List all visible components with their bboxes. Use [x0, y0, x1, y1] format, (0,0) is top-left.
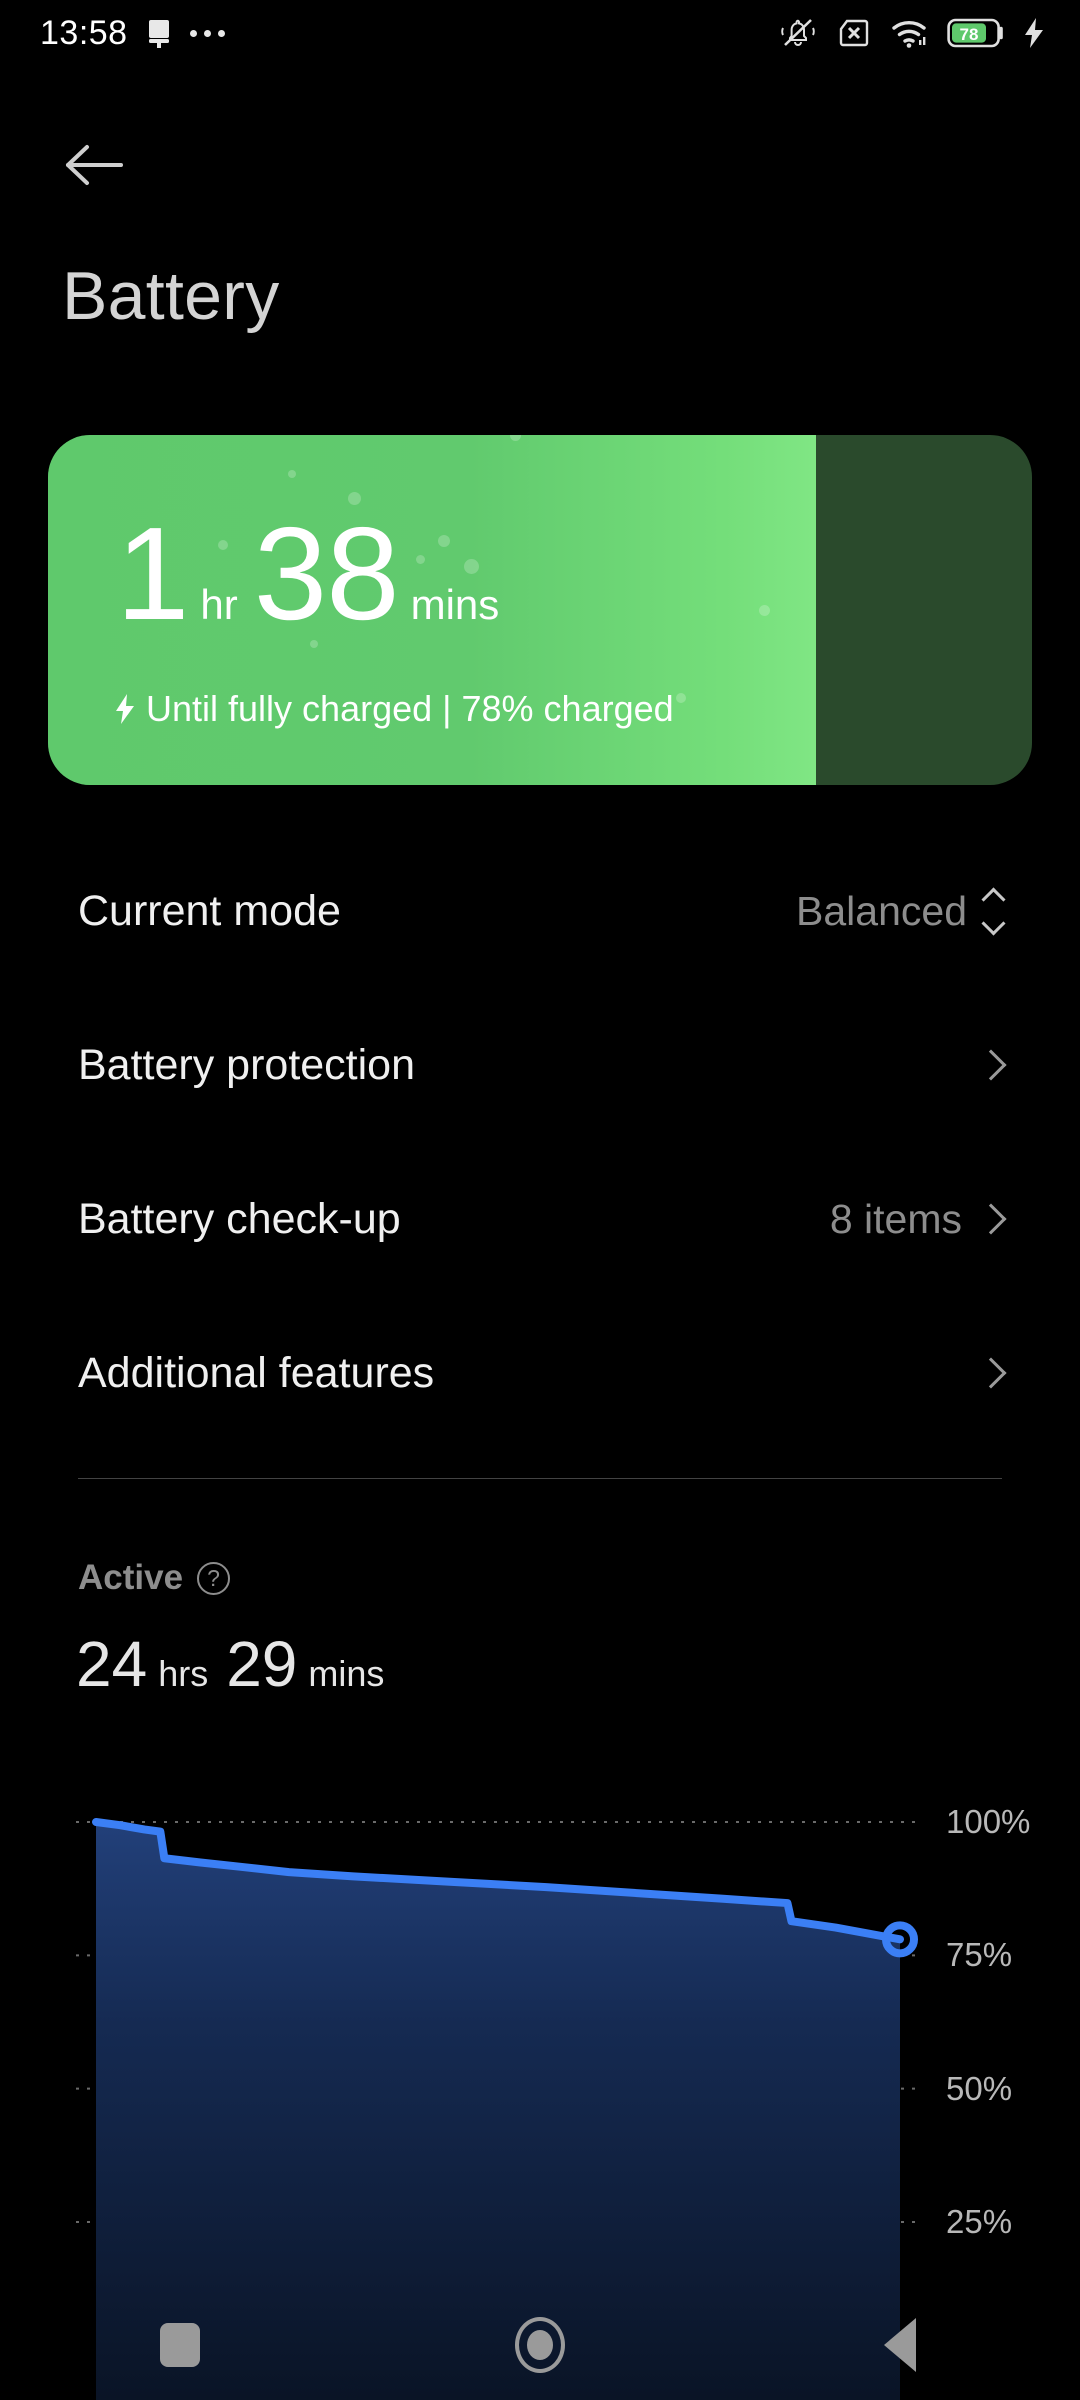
chevron-updown-icon[interactable]: [981, 886, 1006, 936]
page-title: Battery: [62, 258, 280, 334]
notification-icon: [148, 20, 169, 48]
status-bar-clock: 13:58: [40, 13, 128, 52]
decorative-bubble: [288, 470, 296, 478]
battery-icon: 78: [947, 18, 1003, 48]
battery-check-up-value: 8 items: [829, 1195, 962, 1242]
active-label: Active: [78, 1558, 184, 1597]
settings-row-accessory: 8 items: [829, 1195, 1007, 1243]
settings-row-accessory: Balanced: [796, 886, 1006, 936]
more-dots-icon: [189, 29, 225, 37]
back-arrow-icon: [66, 145, 123, 185]
y-tick-label-50: 50%: [946, 2069, 1013, 2107]
battery-settings-screen: 13:58 78 Battery 1 hr 38 mins Until full…: [0, 0, 1080, 2400]
chevron-right-icon: [975, 1357, 1007, 1389]
settings-row-accessory: [962, 1357, 1007, 1389]
charging-bolt-icon: [1025, 18, 1043, 48]
status-bar-right: 78: [778, 15, 1046, 51]
settings-row-label: Battery check-up: [78, 1194, 401, 1243]
settings-row-battery-protection[interactable]: Battery protection: [0, 988, 1080, 1142]
chevron-right-icon: [975, 1203, 1007, 1235]
charge-minutes-unit: mins: [410, 581, 500, 628]
section-divider: [78, 1478, 1002, 1479]
svg-text:78: 78: [960, 25, 979, 44]
nav-recents-button[interactable]: [120, 2310, 240, 2380]
square-recents-icon: [160, 2323, 200, 2367]
settings-list: Current mode Balanced Battery protection…: [0, 834, 1080, 1450]
settings-row-additional-features[interactable]: Additional features: [0, 1296, 1080, 1450]
decorative-bubble: [510, 435, 521, 441]
battery-status-card[interactable]: 1 hr 38 mins Until fully charged | 78% c…: [48, 435, 1032, 785]
nav-back-button[interactable]: [840, 2310, 960, 2380]
y-tick-label-100: 100%: [946, 1803, 1031, 1840]
active-section-header: Active ?: [78, 1558, 231, 1598]
sim-card-x-icon: [839, 19, 869, 47]
chevron-right-icon: [975, 1049, 1007, 1081]
charge-status-row: Until fully charged | 78% charged: [114, 688, 674, 730]
active-hours-unit: hrs: [158, 1653, 209, 1694]
y-tick-label-25: 25%: [946, 2203, 1013, 2240]
settings-row-label: Battery protection: [78, 1040, 416, 1089]
wifi-icon: [892, 21, 926, 48]
active-duration: 24 hrs 29 mins: [76, 1632, 402, 1696]
charge-hours-value: 1: [116, 500, 189, 647]
charge-minutes-value: 38: [253, 500, 400, 647]
decorative-bubble: [676, 693, 686, 703]
active-minutes-unit: mins: [308, 1653, 385, 1694]
charge-hours-unit: hr: [200, 581, 238, 628]
battery-card-content: 1 hr 38 mins Until fully charged | 78% c…: [48, 435, 1032, 785]
y-tick-label-75: 75%: [946, 1936, 1013, 1974]
circle-home-icon: [515, 2317, 565, 2373]
nav-home-button[interactable]: [480, 2310, 600, 2380]
active-minutes-value: 29: [226, 1628, 298, 1700]
settings-row-label: Current mode: [78, 886, 341, 935]
settings-row-battery-check-up[interactable]: Battery check-up 8 items: [0, 1142, 1080, 1296]
settings-row-accessory: [962, 1049, 1007, 1081]
active-hours-value: 24: [76, 1628, 148, 1700]
back-button[interactable]: [63, 136, 129, 194]
settings-row-current-mode[interactable]: Current mode Balanced: [0, 834, 1080, 988]
system-navigation-bar: [0, 2290, 1080, 2400]
charge-status-text: Until fully charged | 78% charged: [146, 688, 674, 729]
help-question-icon[interactable]: ?: [197, 1561, 231, 1595]
settings-row-label: Additional features: [78, 1348, 435, 1397]
current-mode-value: Balanced: [796, 887, 967, 934]
charge-time-remaining: 1 hr 38 mins: [116, 500, 515, 647]
status-bar-left: 13:58: [40, 14, 225, 53]
silent-bell-slash-icon: [781, 19, 815, 46]
charging-bolt-icon: [116, 694, 134, 724]
triangle-back-icon: [884, 2318, 916, 2372]
status-bar: 13:58 78: [0, 0, 1080, 66]
decorative-bubble: [759, 605, 770, 616]
